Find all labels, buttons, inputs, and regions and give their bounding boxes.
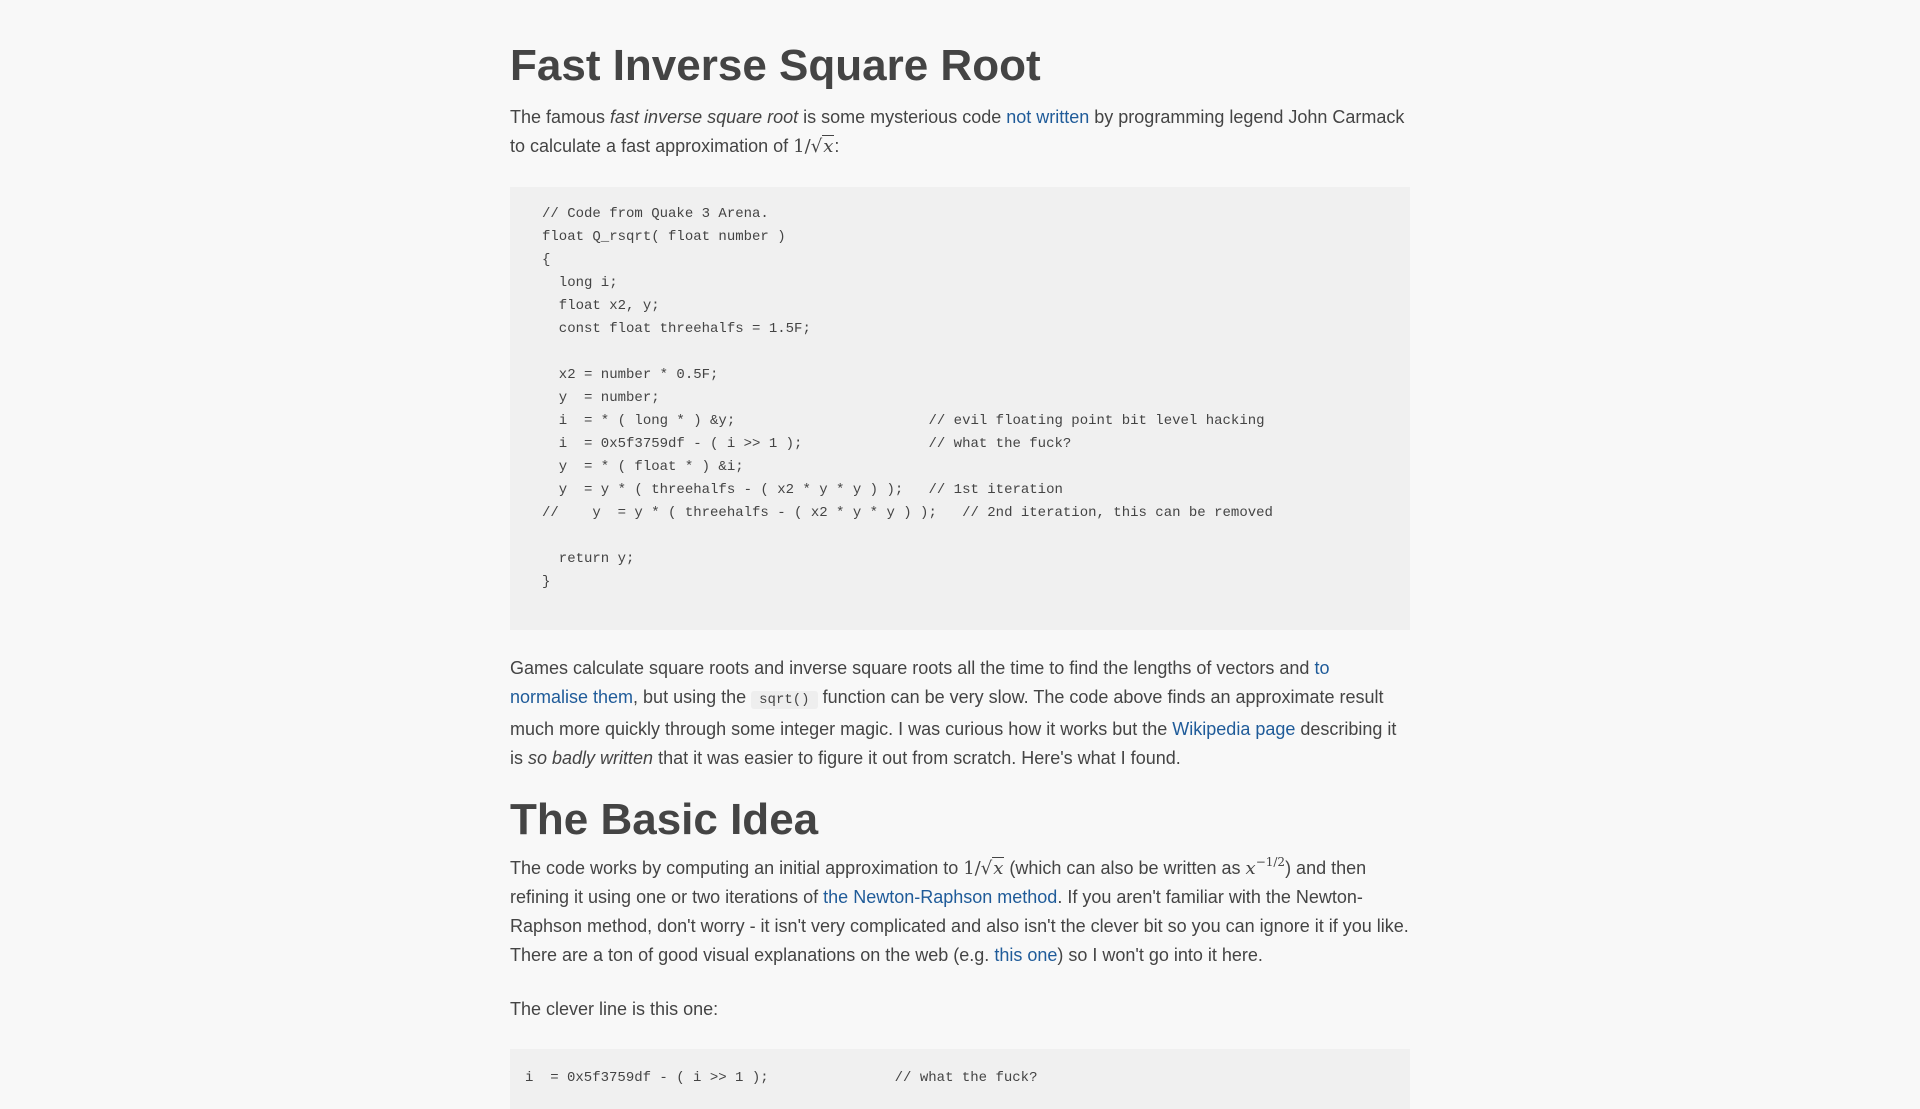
page-title: Fast Inverse Square Root xyxy=(510,41,1041,90)
formula-one-over: 1/ xyxy=(793,136,811,157)
intro-text-1: The famous xyxy=(510,107,611,127)
inverse-sqrt-formula: 1/√x xyxy=(793,135,835,157)
newton-raphson-link[interactable]: the Newton-Raphson method xyxy=(823,887,1057,907)
formula2-one-over: 1/ xyxy=(963,858,981,879)
inverse-sqrt-formula-2: 1/√x xyxy=(963,857,1005,879)
games-text-1: Games calculate square roots and inverse… xyxy=(510,658,1315,678)
intro-paragraph: The famous fast inverse square root is s… xyxy=(510,103,1410,161)
games-text-2: , but using the xyxy=(633,687,752,707)
wikipedia-link[interactable]: Wikipedia page xyxy=(1172,719,1295,739)
clever-line-intro: The clever line is this one: xyxy=(510,999,719,1019)
games-text-5: that it was easier to figure it out from… xyxy=(653,748,1181,768)
games-paragraph: Games calculate square roots and inverse… xyxy=(510,654,1410,773)
basic-text-5: ) so I won't go into it here. xyxy=(1057,945,1263,965)
intro-text-2: is some mysterious code xyxy=(798,107,1007,127)
basic-text-2: (which can also be written as xyxy=(1004,858,1246,878)
power-formula: x−1/2 xyxy=(1245,855,1286,879)
intro-emphasis: fast inverse square root xyxy=(610,107,799,127)
code-block-clever-line: i = 0x5f3759df - ( i >> 1 ); // what the… xyxy=(510,1049,1410,1109)
code-block-q-rsqrt: // Code from Quake 3 Arena. float Q_rsqr… xyxy=(510,187,1410,630)
formula-radicand: x xyxy=(822,135,835,157)
intro-text-4: : xyxy=(834,136,840,156)
power-exponent: −1/2 xyxy=(1255,855,1286,869)
not-written-link[interactable]: not written xyxy=(1006,107,1089,127)
power-base: x xyxy=(1245,858,1256,879)
this-one-link[interactable]: this one xyxy=(994,945,1057,965)
games-emphasis: so badly written xyxy=(528,748,654,768)
inline-code-sqrt: sqrt() xyxy=(751,691,818,709)
basic-text-1: The code works by computing an initial a… xyxy=(510,858,964,878)
basic-idea-paragraph: The code works by computing an initial a… xyxy=(510,854,1410,970)
heading-basic-idea: The Basic Idea xyxy=(510,795,819,844)
formula2-radicand: x xyxy=(992,857,1005,879)
